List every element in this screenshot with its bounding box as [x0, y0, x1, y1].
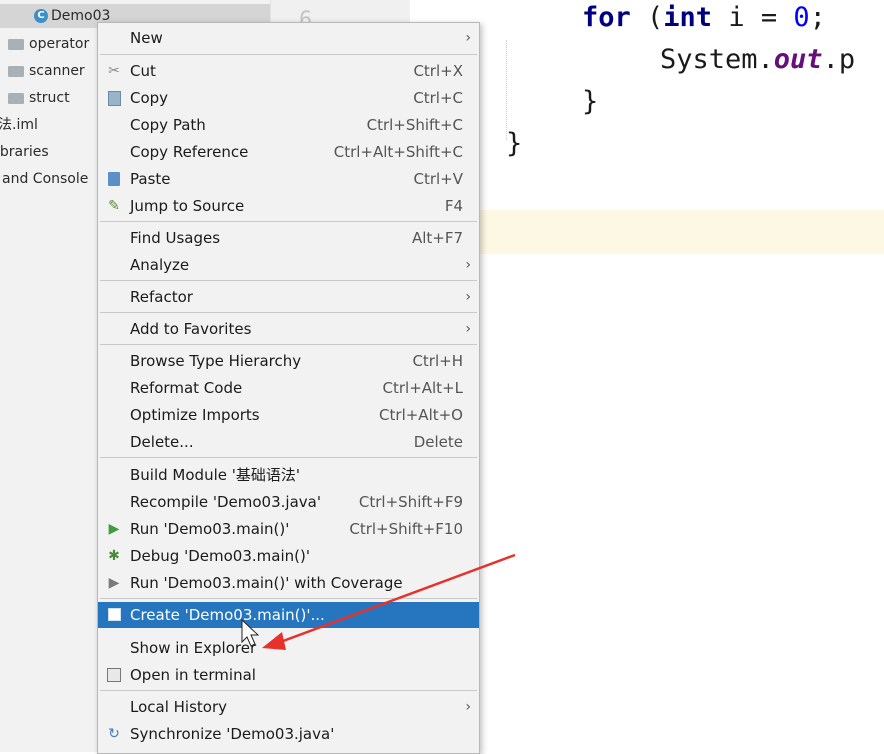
menu-item-analyze[interactable]: Analyze › [98, 252, 479, 278]
create-config-icon [106, 608, 122, 623]
menu-separator [100, 457, 477, 458]
tree-item-iml[interactable]: 法.iml [0, 115, 38, 135]
coverage-icon: ▶ [108, 575, 120, 591]
menu-item-new[interactable]: New › [98, 25, 479, 51]
tree-item-operator[interactable]: operator [8, 34, 89, 54]
code-line-println: System.out.p [660, 44, 856, 75]
scissors-icon: ✂ [108, 63, 120, 79]
menu-item-debug[interactable]: ✱ Debug 'Demo03.main()' [98, 543, 479, 569]
menu-separator [100, 312, 477, 313]
tree-item-scanner[interactable]: scanner [8, 61, 85, 81]
folder-icon [8, 92, 24, 104]
folder-icon [8, 65, 24, 77]
java-class-icon: C [34, 9, 48, 23]
chevron-right-icon: › [465, 321, 471, 337]
chevron-right-icon: › [465, 30, 471, 46]
menu-item-browse-type-hierarchy[interactable]: Browse Type Hierarchy Ctrl+H [98, 348, 479, 374]
copy-icon [106, 91, 122, 106]
debug-icon: ✱ [108, 548, 120, 564]
menu-item-copy-reference[interactable]: Copy Reference Ctrl+Alt+Shift+C [98, 139, 479, 165]
menu-separator [100, 690, 477, 691]
menu-item-copy[interactable]: Copy Ctrl+C [98, 85, 479, 111]
menu-item-add-to-favorites[interactable]: Add to Favorites › [98, 316, 479, 342]
menu-item-show-in-explorer[interactable]: Show in Explorer [98, 635, 479, 661]
tree-item-struct[interactable]: struct [8, 88, 70, 108]
context-menu: New › ✂ Cut Ctrl+X Copy Ctrl+C Copy Path Ctrl… [97, 22, 480, 754]
paste-icon [106, 172, 122, 187]
menu-item-run-with-coverage[interactable]: ▶ Run 'Demo03.main()' with Coverage [98, 570, 479, 596]
menu-separator [100, 221, 477, 222]
menu-item-local-history[interactable]: Local History › [98, 694, 479, 720]
tree-item-libraries[interactable]: ibraries [0, 142, 49, 162]
menu-item-build-module[interactable]: Build Module '基础语法' [98, 462, 479, 488]
jump-icon: ✎ [108, 198, 120, 214]
menu-item-optimize-imports[interactable]: Optimize Imports Ctrl+Alt+O [98, 402, 479, 428]
menu-item-create-run-config[interactable]: Create 'Demo03.main()'... [98, 602, 479, 628]
menu-separator [100, 280, 477, 281]
menu-item-jump-to-source[interactable]: ✎ Jump to Source F4 [98, 193, 479, 219]
menu-separator [100, 598, 477, 599]
run-icon: ▶ [108, 521, 120, 537]
menu-item-recompile[interactable]: Recompile 'Demo03.java' Ctrl+Shift+F9 [98, 489, 479, 515]
tree-item-scratches[interactable]: and Console [2, 169, 88, 189]
chevron-right-icon: › [465, 257, 471, 273]
menu-item-open-in-terminal[interactable]: Open in terminal [98, 662, 479, 688]
menu-item-paste[interactable]: Paste Ctrl+V [98, 166, 479, 192]
menu-item-cut[interactable]: ✂ Cut Ctrl+X [98, 58, 479, 84]
terminal-icon [106, 668, 122, 683]
code-line-close-brace: } [582, 86, 599, 117]
menu-item-reformat-code[interactable]: Reformat Code Ctrl+Alt+L [98, 375, 479, 401]
menu-item-copy-path[interactable]: Copy Path Ctrl+Shift+C [98, 112, 479, 138]
current-line-highlight [480, 210, 884, 254]
menu-item-refactor[interactable]: Refactor › [98, 284, 479, 310]
menu-item-synchronize[interactable]: ↻ Synchronize 'Demo03.java' [98, 721, 479, 747]
menu-separator [100, 344, 477, 345]
chevron-right-icon: › [465, 289, 471, 305]
menu-item-delete[interactable]: Delete... Delete [98, 429, 479, 455]
menu-item-find-usages[interactable]: Find Usages Alt+F7 [98, 225, 479, 251]
code-line-close-brace-outer: } [506, 128, 523, 159]
indent-guide [506, 40, 508, 140]
code-editor[interactable]: for (int i = 0; System.out.p } } [410, 0, 884, 752]
menu-separator [100, 54, 477, 55]
menu-item-run[interactable]: ▶ Run 'Demo03.main()' Ctrl+Shift+F10 [98, 516, 479, 542]
code-line-for: for (int i = 0; [582, 2, 826, 33]
chevron-right-icon: › [465, 699, 471, 715]
folder-icon [8, 38, 24, 50]
sync-icon: ↻ [108, 726, 120, 742]
